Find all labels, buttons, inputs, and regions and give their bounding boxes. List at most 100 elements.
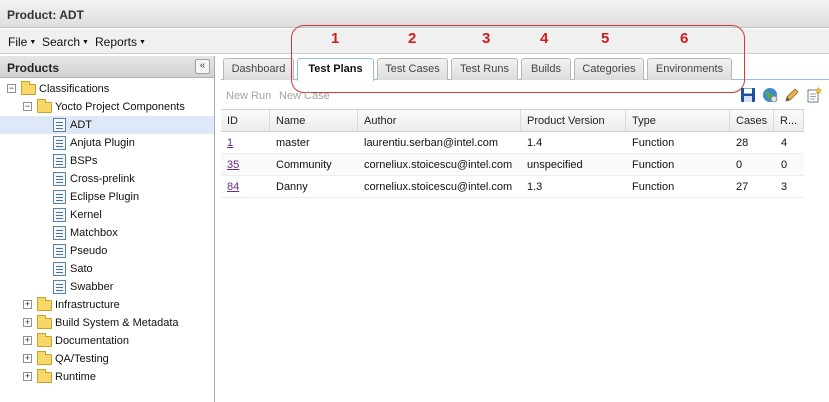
tree-node-label: Classifications bbox=[39, 83, 110, 95]
folder-icon bbox=[37, 297, 52, 311]
tree-item-label: ADT bbox=[70, 119, 92, 131]
folder-icon bbox=[37, 369, 52, 383]
plan-id-link[interactable]: 84 bbox=[227, 181, 239, 193]
column-header-runs[interactable]: R... bbox=[774, 110, 804, 132]
new-run-button[interactable]: New Run bbox=[226, 90, 271, 102]
plan-cases: 0 bbox=[736, 159, 743, 171]
edit-pencil-icon[interactable] bbox=[784, 87, 800, 103]
tree-item-label: Matchbox bbox=[70, 227, 118, 239]
tree-item-sato[interactable]: Sato bbox=[0, 260, 214, 278]
tree-node-build-system[interactable]: + Build System & Metadata bbox=[0, 314, 214, 332]
expand-toggle-icon[interactable]: + bbox=[23, 372, 32, 381]
menu-reports[interactable]: Reports ▼ bbox=[95, 35, 146, 49]
tree-item-label: BSPs bbox=[70, 155, 98, 167]
column-header-type[interactable]: Type bbox=[626, 110, 730, 132]
document-icon bbox=[53, 226, 66, 240]
plan-version: unspecified bbox=[527, 159, 583, 171]
chevron-down-icon: ▼ bbox=[29, 39, 37, 46]
document-icon bbox=[53, 172, 66, 186]
chevron-down-icon: ▼ bbox=[139, 39, 146, 46]
tree-item-matchbox[interactable]: Matchbox bbox=[0, 224, 214, 242]
menu-file[interactable]: File ▼ bbox=[8, 35, 36, 49]
column-header-id[interactable]: ID bbox=[221, 110, 270, 132]
collapse-toggle-icon[interactable]: − bbox=[7, 84, 16, 93]
menu-file-label: File bbox=[8, 35, 28, 49]
tree-item-label: Pseudo bbox=[70, 245, 108, 257]
tree-item-swabber[interactable]: Swabber bbox=[0, 278, 214, 296]
tree-node-classifications[interactable]: − Classifications bbox=[0, 80, 214, 98]
tree-item-bsps[interactable]: BSPs bbox=[0, 152, 214, 170]
tab-dashboard[interactable]: Dashboard bbox=[223, 58, 294, 80]
column-header-name[interactable]: Name bbox=[270, 110, 358, 132]
tree-node-label: Yocto Project Components bbox=[55, 101, 185, 113]
document-icon bbox=[53, 208, 66, 222]
column-header-cases[interactable]: Cases bbox=[730, 110, 774, 132]
expand-toggle-icon[interactable]: + bbox=[23, 354, 32, 363]
expand-toggle-icon[interactable]: + bbox=[23, 336, 32, 345]
globe-icon[interactable] bbox=[762, 87, 778, 103]
plan-id-link[interactable]: 1 bbox=[227, 137, 233, 149]
annotation-number: 1 bbox=[331, 30, 340, 47]
tree-item-anjuta-plugin[interactable]: Anjuta Plugin bbox=[0, 134, 214, 152]
annotation-number: 6 bbox=[680, 30, 689, 47]
plan-version: 1.3 bbox=[527, 181, 543, 193]
document-icon bbox=[53, 154, 66, 168]
tree-item-adt[interactable]: ADT bbox=[0, 116, 214, 134]
plan-author: laurentiu.serban@intel.com bbox=[364, 137, 499, 149]
new-document-icon[interactable] bbox=[806, 87, 822, 103]
annotation-number: 5 bbox=[601, 30, 610, 47]
document-icon bbox=[53, 118, 66, 132]
plan-runs: 4 bbox=[781, 137, 788, 149]
tree-node-label: Runtime bbox=[55, 371, 96, 383]
plan-version: 1.4 bbox=[527, 137, 543, 149]
document-icon bbox=[53, 280, 66, 294]
tree-item-label: Anjuta Plugin bbox=[70, 137, 135, 149]
products-panel-header: Products « bbox=[0, 56, 214, 78]
plan-id-link[interactable]: 35 bbox=[227, 159, 239, 171]
plan-name: Danny bbox=[276, 181, 308, 193]
expand-toggle-icon[interactable]: + bbox=[23, 300, 32, 309]
table-row[interactable]: 1 master laurentiu.serban@intel.com 1.4 … bbox=[221, 132, 804, 154]
tree-node-qa-testing[interactable]: + QA/Testing bbox=[0, 350, 214, 368]
products-panel-title: Products bbox=[7, 61, 60, 75]
tree-item-eclipse-plugin[interactable]: Eclipse Plugin bbox=[0, 188, 214, 206]
new-case-button[interactable]: New Case bbox=[279, 90, 330, 102]
tree-node-runtime[interactable]: + Runtime bbox=[0, 368, 214, 386]
tree-node-infrastructure[interactable]: + Infrastructure bbox=[0, 296, 214, 314]
menu-search-label: Search bbox=[42, 35, 81, 49]
grid-header: ID Name Author Product Version Type Case… bbox=[221, 109, 804, 132]
plan-author: corneliux.stoicescu@intel.com bbox=[364, 159, 513, 171]
annotation-number: 3 bbox=[482, 30, 491, 47]
table-row[interactable]: 84 Danny corneliux.stoicescu@intel.com 1… bbox=[221, 176, 804, 198]
plan-cases: 28 bbox=[736, 137, 749, 149]
column-header-product-version[interactable]: Product Version bbox=[521, 110, 626, 132]
chevron-down-icon: ▼ bbox=[82, 39, 89, 46]
window-title: Product: ADT bbox=[0, 0, 829, 28]
collapse-toggle-icon[interactable]: − bbox=[23, 102, 32, 111]
menu-search[interactable]: Search ▼ bbox=[42, 35, 89, 49]
annotation-number: 4 bbox=[540, 30, 549, 47]
tree-node-documentation[interactable]: + Documentation bbox=[0, 332, 214, 350]
plan-cases: 27 bbox=[736, 181, 749, 193]
tree-node-yocto-components[interactable]: − Yocto Project Components bbox=[0, 98, 214, 116]
folder-open-icon bbox=[21, 81, 36, 95]
folder-icon bbox=[37, 333, 52, 347]
document-icon bbox=[53, 262, 66, 276]
save-icon[interactable] bbox=[740, 87, 756, 103]
tree-item-label: Cross-prelink bbox=[70, 173, 135, 185]
expand-toggle-icon[interactable]: + bbox=[23, 318, 32, 327]
collapse-panel-button[interactable]: « bbox=[195, 59, 210, 74]
tree-item-label: Eclipse Plugin bbox=[70, 191, 140, 203]
document-icon bbox=[53, 190, 66, 204]
plan-runs: 0 bbox=[781, 159, 788, 171]
table-row[interactable]: 35 Community corneliux.stoicescu@intel.c… bbox=[221, 154, 804, 176]
menu-reports-label: Reports bbox=[95, 35, 138, 49]
plan-type: Function bbox=[632, 159, 675, 171]
tree-item-kernel[interactable]: Kernel bbox=[0, 206, 214, 224]
plan-type: Function bbox=[632, 181, 675, 193]
tree-node-label: Build System & Metadata bbox=[55, 317, 179, 329]
tree-item-cross-prelink[interactable]: Cross-prelink bbox=[0, 170, 214, 188]
tree-item-pseudo[interactable]: Pseudo bbox=[0, 242, 214, 260]
plan-name: master bbox=[276, 137, 310, 149]
column-header-author[interactable]: Author bbox=[358, 110, 521, 132]
